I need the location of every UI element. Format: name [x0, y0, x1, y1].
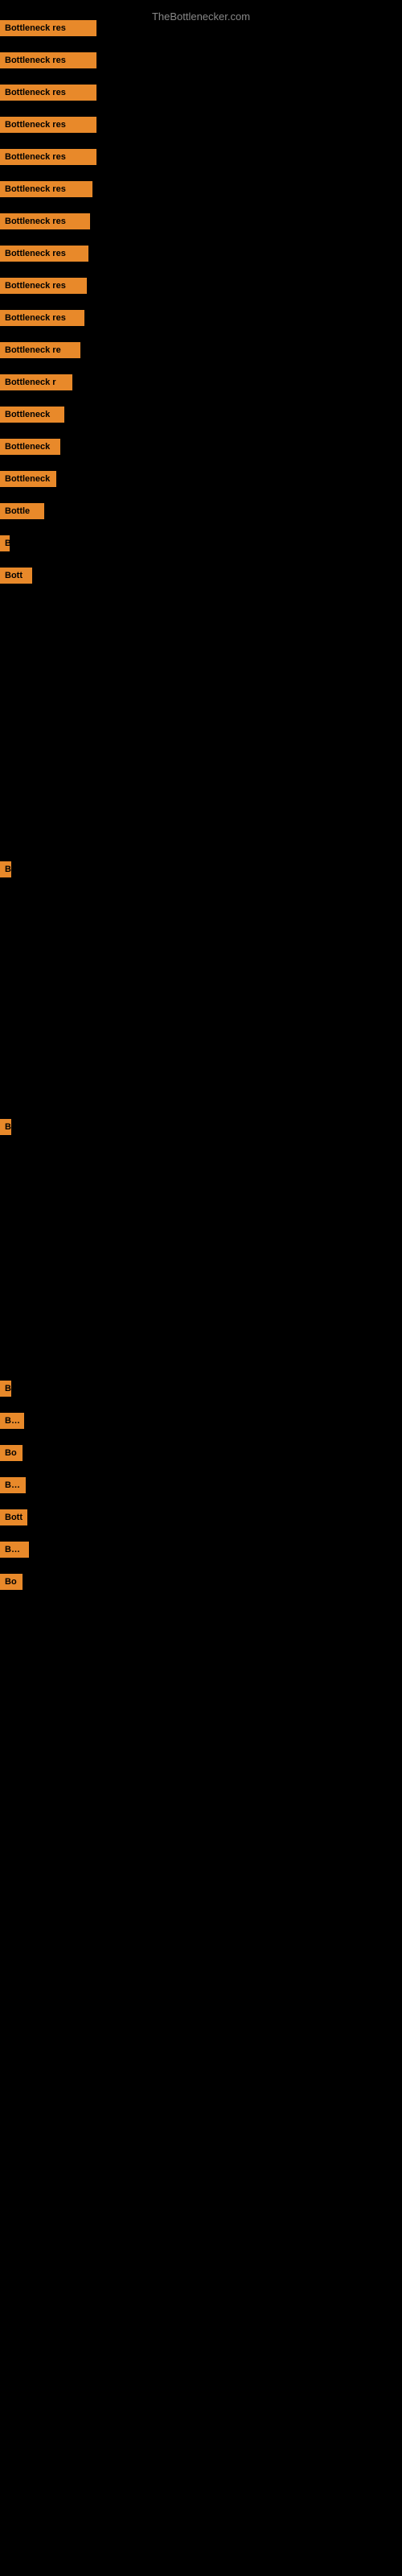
- bottleneck-badge-23: Bott: [0, 1477, 26, 1493]
- bottleneck-badge-11: Bottleneck r: [0, 374, 72, 390]
- bottleneck-badge-8: Bottleneck res: [0, 278, 87, 294]
- bottleneck-badge-22: Bo: [0, 1445, 23, 1461]
- bottleneck-badge-24: Bott: [0, 1509, 27, 1525]
- bottleneck-badge-16: B: [0, 535, 10, 551]
- bottleneck-badge-21: Bot: [0, 1413, 24, 1429]
- bottleneck-badge-1: Bottleneck res: [0, 52, 96, 68]
- bottleneck-badge-19: B: [0, 1119, 11, 1135]
- bottleneck-badge-25: Bottl: [0, 1542, 29, 1558]
- bottleneck-badge-5: Bottleneck res: [0, 181, 92, 197]
- bottleneck-badge-14: Bottleneck: [0, 471, 56, 487]
- bottleneck-badge-2: Bottleneck res: [0, 85, 96, 101]
- bottleneck-badge-4: Bottleneck res: [0, 149, 96, 165]
- bottleneck-badge-6: Bottleneck res: [0, 213, 90, 229]
- bottleneck-badge-7: Bottleneck res: [0, 246, 88, 262]
- bottleneck-badge-3: Bottleneck res: [0, 117, 96, 133]
- bottleneck-badge-26: Bo: [0, 1574, 23, 1590]
- bottleneck-badge-12: Bottleneck: [0, 407, 64, 423]
- bottleneck-badge-9: Bottleneck res: [0, 310, 84, 326]
- bottleneck-badge-0: Bottleneck res: [0, 20, 96, 36]
- bottleneck-badge-17: Bott: [0, 568, 32, 584]
- bottleneck-badge-20: B: [0, 1381, 11, 1397]
- bottleneck-badge-13: Bottleneck: [0, 439, 60, 455]
- bottleneck-badge-10: Bottleneck re: [0, 342, 80, 358]
- bottleneck-badge-15: Bottle: [0, 503, 44, 519]
- bottleneck-badge-18: B: [0, 861, 11, 877]
